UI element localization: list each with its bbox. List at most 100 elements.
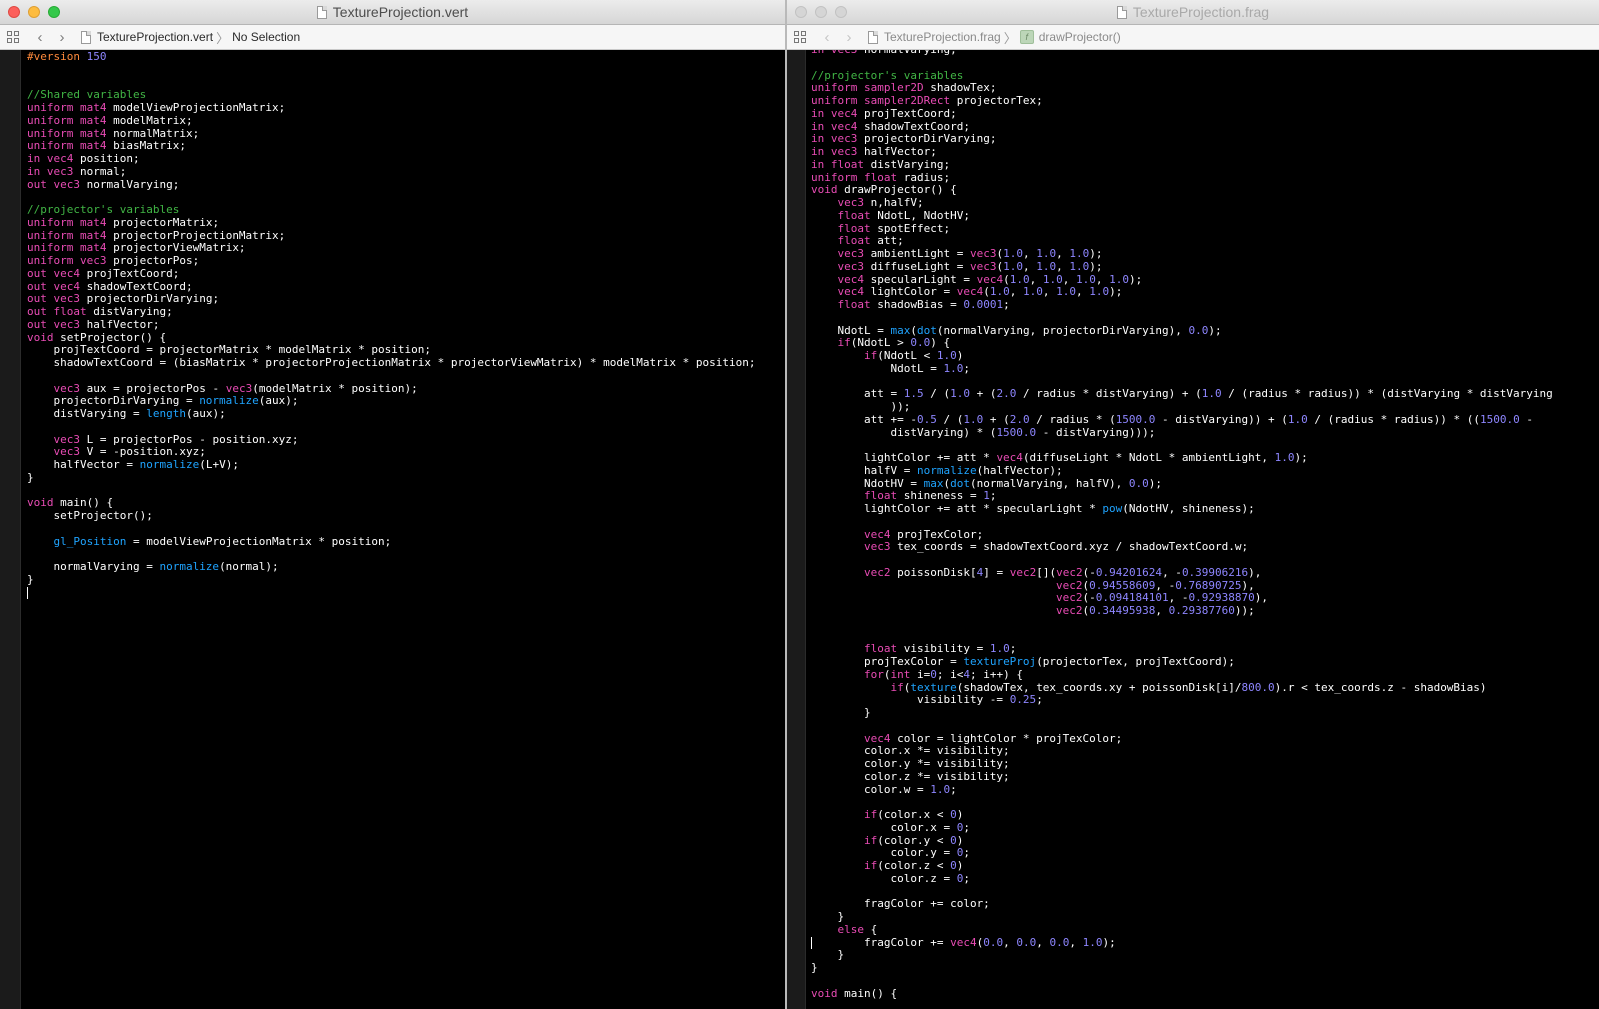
code-line[interactable]: in vec4 position;	[27, 152, 781, 166]
source-code[interactable]: in vec3 normalVarying;​//projector's var…	[803, 50, 1599, 1001]
code-line[interactable]: uniform mat4 projectorMatrix;	[27, 216, 781, 230]
close-button[interactable]	[8, 6, 20, 18]
code-line[interactable]: vec3 tex_coords = shadowTextCoord.xyz / …	[811, 540, 1595, 554]
code-line[interactable]: uniform mat4 biasMatrix;	[27, 139, 781, 153]
code-line[interactable]: float shadowBias = 0.0001;	[811, 298, 1595, 312]
window-controls	[795, 6, 847, 18]
code-line[interactable]: fragColor += vec4(0.0, 0.0, 0.0, 1.0);	[803, 936, 1599, 950]
code-line[interactable]: }	[27, 573, 781, 587]
code-line[interactable]: vec3 n,halfV;	[811, 196, 1595, 210]
code-line[interactable]: ​	[27, 421, 781, 434]
back-arrow-icon[interactable]: ‹	[29, 29, 51, 46]
code-line[interactable]: color.w = 1.0;	[811, 783, 1595, 797]
code-line[interactable]: ​	[811, 720, 1595, 733]
code-line[interactable]: in vec3 normal;	[27, 165, 781, 179]
forward-arrow-icon[interactable]: ›	[51, 29, 73, 46]
code-line[interactable]: out float distVarying;	[27, 305, 781, 319]
code-line[interactable]: distVarying) * (1500.0 - distVarying)));	[811, 426, 1595, 440]
code-line[interactable]: ​	[811, 618, 1595, 631]
title-bar[interactable]: TextureProjection.frag	[787, 0, 1599, 25]
minimize-button[interactable]	[815, 6, 827, 18]
forward-arrow-icon[interactable]: ›	[838, 29, 860, 46]
jump-bar: ‹ › TextureProjection.frag 〉 f drawProje…	[787, 25, 1599, 50]
code-line[interactable]: ​	[19, 586, 785, 600]
back-arrow-icon[interactable]: ‹	[816, 29, 838, 46]
code-line[interactable]: else {	[811, 923, 1595, 937]
source-code[interactable]: #version 150​​//Shared variablesuniform …	[19, 50, 785, 600]
jumpbar-location[interactable]: drawProjector()	[1039, 30, 1121, 44]
code-line[interactable]: }	[811, 910, 1595, 924]
code-line[interactable]: }	[27, 471, 781, 485]
code-line[interactable]: fragColor += color;	[811, 897, 1595, 911]
code-line[interactable]: att = 1.5 / (1.0 + (2.0 / radius * distV…	[811, 387, 1595, 401]
code-line[interactable]: color.x = 0;	[811, 821, 1595, 835]
code-line[interactable]: }	[811, 961, 1595, 975]
code-line[interactable]: if(color.x < 0)	[811, 808, 1595, 822]
minimize-button[interactable]	[28, 6, 40, 18]
code-line[interactable]: if(color.z < 0)	[811, 859, 1595, 873]
related-items-icon[interactable]	[7, 31, 19, 43]
code-line[interactable]: float NdotL, NdotHV;	[811, 209, 1595, 223]
code-line[interactable]: halfVector = normalize(L+V);	[27, 458, 781, 472]
code-line[interactable]: projTexColor = textureProj(projectorTex,…	[811, 655, 1595, 669]
code-line[interactable]: gl_Position = modelViewProjectionMatrix …	[27, 535, 781, 549]
code-line[interactable]: ​	[811, 975, 1595, 988]
code-line[interactable]: setProjector();	[27, 509, 781, 523]
code-line[interactable]: NdotL = 1.0;	[811, 362, 1595, 376]
code-line[interactable]: in vec3 halfVector;	[811, 145, 1595, 159]
fragment-shader-window: TextureProjection.frag ‹ › TextureProjec…	[787, 0, 1599, 1009]
code-line[interactable]: float spotEffect;	[811, 222, 1595, 236]
code-line[interactable]: }	[811, 706, 1595, 720]
zoom-button[interactable]	[48, 6, 60, 18]
code-line[interactable]: in vec3 normalVarying;	[811, 50, 1595, 57]
jumpbar-location[interactable]: No Selection	[232, 30, 300, 44]
window-title-group: TextureProjection.vert	[316, 0, 468, 24]
title-bar[interactable]: TextureProjection.vert	[0, 0, 785, 25]
code-line[interactable]: ​	[811, 516, 1595, 529]
jumpbar-file[interactable]: TextureProjection.frag	[884, 30, 1001, 44]
code-line[interactable]: uniform mat4 modelMatrix;	[27, 114, 781, 128]
code-line[interactable]: void main() {	[811, 987, 1595, 1001]
code-line[interactable]: color.z = 0;	[811, 872, 1595, 886]
code-line[interactable]: normalVarying = normalize(normal);	[27, 560, 781, 574]
jumpbar-file[interactable]: TextureProjection.vert	[97, 30, 213, 44]
code-line[interactable]: color.z *= visibility;	[811, 770, 1595, 784]
code-line[interactable]: void drawProjector() {	[811, 183, 1595, 197]
code-editor[interactable]: in vec3 normalVarying;​//projector's var…	[787, 50, 1599, 1009]
zoom-button[interactable]	[835, 6, 847, 18]
code-line[interactable]: shadowTextCoord = (biasMatrix * projecto…	[27, 356, 781, 370]
code-line[interactable]: out vec3 halfVector;	[27, 318, 781, 332]
code-line[interactable]: in float distVarying;	[811, 158, 1595, 172]
code-line[interactable]: ​	[27, 370, 781, 383]
code-line[interactable]: distVarying = length(aux);	[27, 407, 781, 421]
code-line[interactable]: ​	[27, 64, 781, 77]
code-line[interactable]: #version 150	[27, 50, 781, 64]
code-line[interactable]: uniform vec3 projectorPos;	[27, 254, 781, 268]
code-line[interactable]: color.y *= visibility;	[811, 757, 1595, 771]
code-line[interactable]: vec2(0.34495938, 0.29387760));	[811, 604, 1595, 618]
line-gutter[interactable]	[787, 50, 806, 1009]
code-line[interactable]: vec3 ambientLight = vec3(1.0, 1.0, 1.0);	[811, 247, 1595, 261]
vertex-shader-window: TextureProjection.vert ‹ › TextureProjec…	[0, 0, 785, 1009]
close-button[interactable]	[795, 6, 807, 18]
code-line[interactable]: }	[811, 948, 1595, 962]
code-line[interactable]: uniform sampler2DRect projectorTex;	[811, 94, 1595, 108]
code-line[interactable]: ​	[27, 485, 781, 498]
code-line[interactable]: out vec4 projTextCoord;	[27, 267, 781, 281]
line-gutter[interactable]	[0, 50, 21, 1009]
document-icon	[316, 5, 327, 19]
code-line[interactable]: if(NdotL < 1.0)	[811, 349, 1595, 363]
chevron-right-icon: 〉	[216, 30, 230, 46]
code-line[interactable]: out vec3 normalVarying;	[27, 178, 781, 192]
code-line[interactable]: vec3 diffuseLight = vec3(1.0, 1.0, 1.0);	[811, 260, 1595, 274]
code-line[interactable]: //projector's variables	[27, 203, 781, 217]
chevron-right-icon: 〉	[1003, 30, 1017, 46]
code-line[interactable]: att += -0.5 / (1.0 + (2.0 / radius * (15…	[811, 413, 1595, 427]
code-line[interactable]: lightColor += att * specularLight * pow(…	[811, 502, 1595, 516]
related-items-icon[interactable]	[794, 31, 806, 43]
code-editor[interactable]: #version 150​​//Shared variablesuniform …	[0, 50, 785, 1009]
code-line[interactable]: in vec4 projTextCoord;	[811, 107, 1595, 121]
code-line[interactable]: uniform mat4 modelViewProjectionMatrix;	[27, 101, 781, 115]
code-line[interactable]: ​	[27, 523, 781, 536]
code-line[interactable]: visibility -= 0.25;	[811, 693, 1595, 707]
